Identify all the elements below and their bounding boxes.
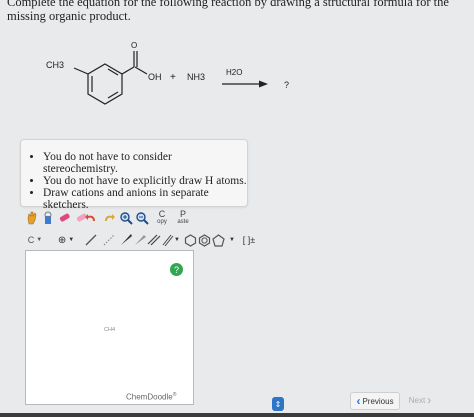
instruction-item: Draw cations and anions in separate sket… xyxy=(43,187,247,211)
charge-plus-button[interactable]: ⊕ ▼ xyxy=(53,231,79,249)
redo-icon[interactable] xyxy=(101,209,115,227)
paste-label-sub: aste xyxy=(177,219,189,225)
sketcher-toolbar-bottom: C ▼ ⊕ ▼ ▼ ▼ [ ]± xyxy=(25,231,275,251)
chevron-down-icon: ▼ xyxy=(36,237,43,243)
element-label: C xyxy=(27,235,35,245)
plus-sign: + xyxy=(170,72,176,83)
copy-label: C xyxy=(158,209,166,219)
page-select-button[interactable]: ⇕ xyxy=(272,397,284,411)
instruction-item: You do not have to consider stereochemis… xyxy=(43,151,247,175)
single-bond-tool[interactable] xyxy=(83,231,99,249)
brand-mark: ® xyxy=(172,392,177,398)
double-bond-tool[interactable] xyxy=(147,231,161,249)
hydroxyl-label: OH xyxy=(148,72,162,82)
chevron-right-icon: › xyxy=(427,393,432,407)
question-text: Complete the equation for the following … xyxy=(7,0,449,23)
element-select[interactable]: C ▼ xyxy=(25,231,45,249)
ch2-bond xyxy=(121,66,135,75)
chevron-left-icon: ‹ xyxy=(356,394,361,408)
paste-label: P xyxy=(179,209,186,219)
sketcher-toolbar-top: C opy P aste xyxy=(25,209,225,231)
reaction-scheme: CH3 O OH + NH3 H2O ? xyxy=(46,41,289,105)
paste-button[interactable]: P aste xyxy=(175,209,191,227)
methyl-label: CH3 xyxy=(46,60,64,70)
undo-icon[interactable] xyxy=(85,209,99,227)
chemdoodle-brand: ChemDoodle® xyxy=(126,392,176,402)
charge-label: [ ]± xyxy=(242,235,256,245)
product-placeholder: ? xyxy=(284,80,289,90)
methyl-bond xyxy=(73,67,89,75)
bottom-bar xyxy=(0,413,474,417)
instructions-panel: You do not have to consider stereochemis… xyxy=(20,139,248,211)
ring-menu-chevron-down-icon[interactable]: ▼ xyxy=(227,231,237,249)
copy-button[interactable]: C opy xyxy=(154,209,170,227)
wedge-bond-tool[interactable] xyxy=(119,231,133,249)
eraser-icon[interactable] xyxy=(58,209,72,227)
help-button[interactable]: ? xyxy=(170,263,183,276)
benzene-ring xyxy=(87,63,123,105)
copy-label-sub: opy xyxy=(157,219,167,225)
hashed-wedge-tool[interactable] xyxy=(133,231,147,249)
instruction-item: You do not have to explicitly draw H ato… xyxy=(43,175,247,187)
previous-button[interactable]: ‹ Previous xyxy=(350,392,400,410)
brand-label: ChemDoodle xyxy=(126,392,173,402)
dashed-bond-tool[interactable] xyxy=(101,231,117,249)
previous-label: Previous xyxy=(362,396,394,406)
ring-benzene-icon[interactable] xyxy=(197,231,211,249)
canvas-hint: CH4 xyxy=(104,327,116,333)
bracket-charge-tool[interactable]: [ ]± xyxy=(239,231,259,249)
plus-circle-icon: ⊕ xyxy=(57,234,67,246)
hydroxyl-bond xyxy=(134,66,148,75)
arrow-head-icon xyxy=(259,80,268,88)
triple-bond-tool[interactable]: ▼ xyxy=(161,231,181,249)
chevron-down-icon: ▼ xyxy=(174,237,180,243)
condition-label: H2O xyxy=(226,68,242,77)
chevron-down-icon: ▼ xyxy=(68,237,75,243)
ring-cyclohexane-icon[interactable] xyxy=(183,231,197,249)
next-label: Next xyxy=(408,395,426,405)
zoom-in-icon[interactable] xyxy=(119,209,133,227)
ring-cyclopentane-icon[interactable] xyxy=(211,231,225,249)
next-button[interactable]: Next › xyxy=(402,392,438,408)
reagent-label: NH3 xyxy=(187,72,205,82)
hand-tool-icon[interactable] xyxy=(25,209,39,227)
zoom-out-icon[interactable] xyxy=(135,209,149,227)
lasso-tool-icon[interactable] xyxy=(41,209,55,227)
carbonyl-oxygen: O xyxy=(131,41,137,50)
